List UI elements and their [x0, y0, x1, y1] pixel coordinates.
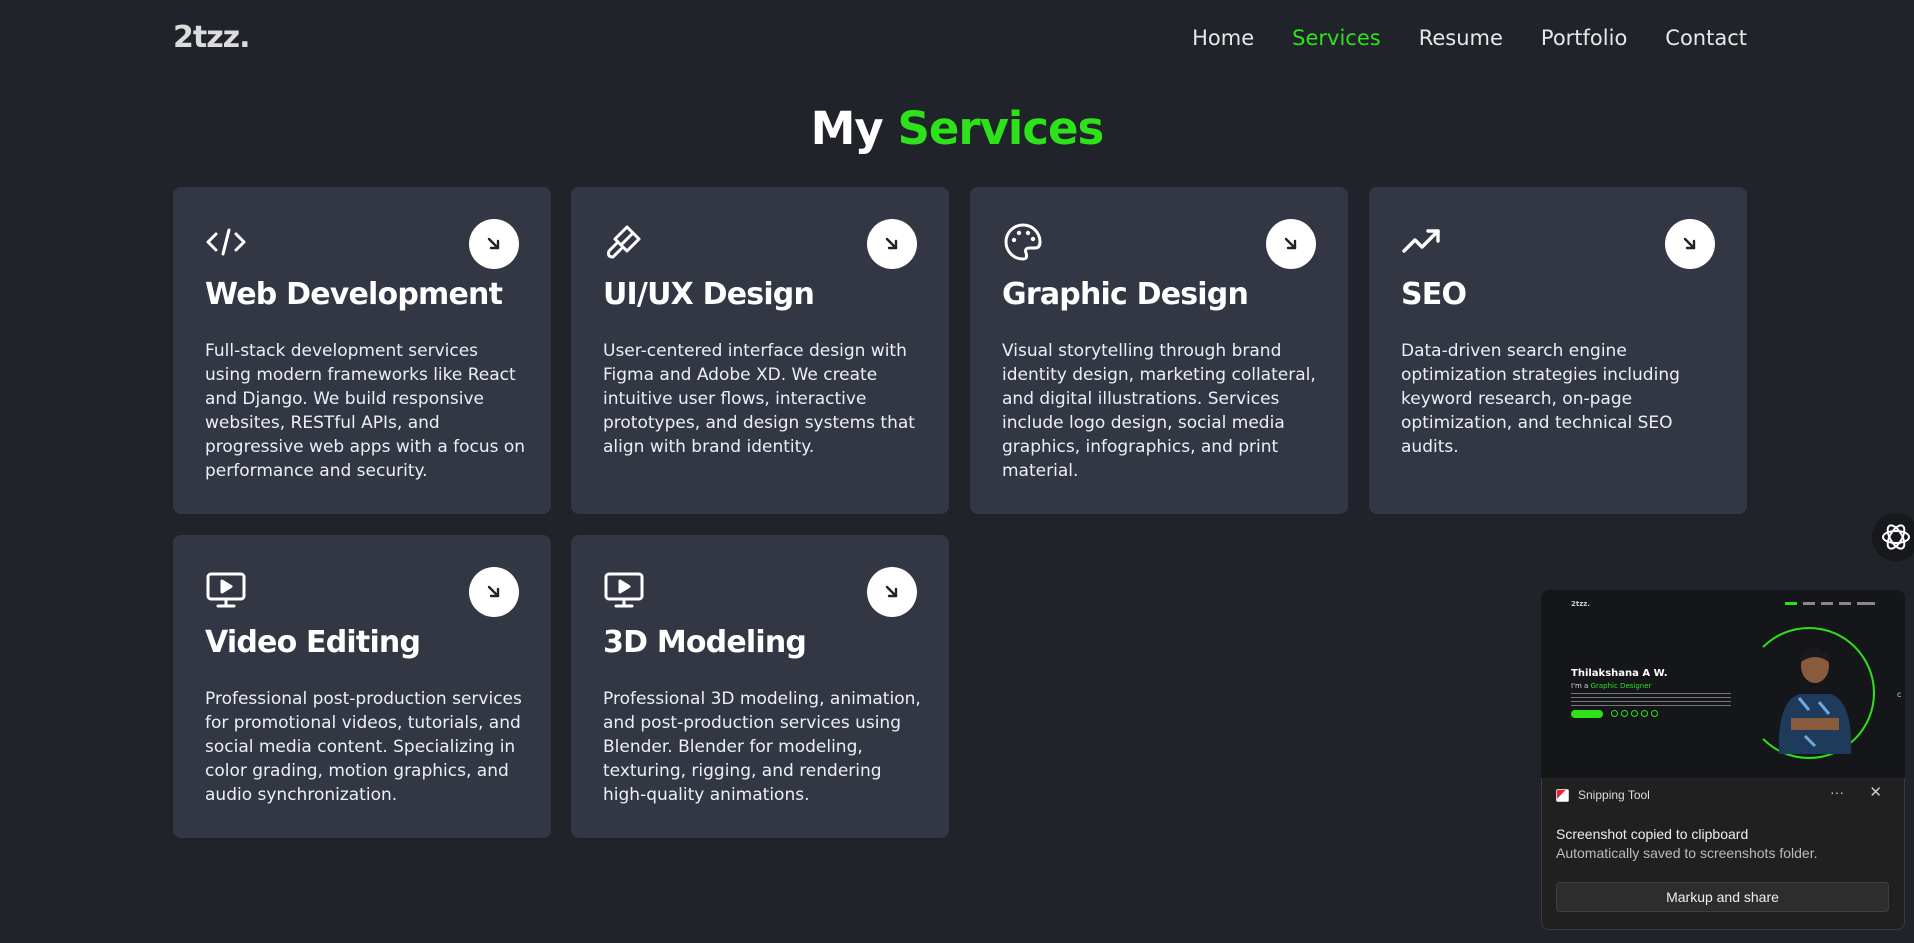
service-title: 3D Modeling — [603, 625, 807, 660]
snipping-tool-notification: Snipping Tool ··· ✕ Screenshot copied to… — [1541, 778, 1905, 930]
nav-portfolio[interactable]: Portfolio — [1541, 26, 1627, 50]
notification-app: Snipping Tool — [1556, 788, 1650, 802]
code-icon — [205, 221, 247, 263]
paint-brush-icon — [603, 221, 645, 263]
section-title-accent: Services — [897, 102, 1104, 155]
arrow-down-right-icon[interactable] — [469, 567, 519, 617]
arrow-down-right-icon[interactable] — [1266, 219, 1316, 269]
service-description: Professional 3D modeling, animation, and… — [603, 689, 921, 805]
monitor-play-icon — [603, 569, 645, 611]
site-logo[interactable]: 2tzz. — [173, 20, 251, 55]
section-title: My Services — [0, 102, 1914, 155]
trending-up-icon — [1401, 221, 1443, 263]
service-description: User-centered interface design with Figm… — [603, 341, 915, 457]
nav-home[interactable]: Home — [1192, 26, 1254, 50]
close-icon[interactable]: ✕ — [1869, 783, 1882, 801]
service-description: Visual storytelling through brand identi… — [1002, 341, 1316, 481]
arrow-down-right-icon[interactable] — [867, 567, 917, 617]
markup-and-share-button[interactable]: Markup and share — [1556, 882, 1889, 912]
service-card-3d-modeling: 3D Modeling Professional 3D modeling, an… — [571, 535, 949, 838]
preview-logo: 2tzz. — [1571, 600, 1591, 608]
preview-portrait — [1778, 649, 1852, 754]
preview-edge-char: c — [1897, 690, 1902, 699]
service-card-video-editing: Video Editing Professional post-producti… — [173, 535, 551, 838]
service-title: Graphic Design — [1002, 277, 1249, 312]
openai-widget-icon[interactable] — [1872, 513, 1914, 561]
arrow-down-right-icon[interactable] — [1665, 219, 1715, 269]
service-card-graphic-design: Graphic Design Visual storytelling throu… — [970, 187, 1348, 514]
preview-subtitle: I'm a Graphic Designer — [1571, 682, 1651, 690]
preview-subtitle-accent: Graphic Designer — [1590, 682, 1652, 690]
preview-subtitle-prefix: I'm a — [1571, 682, 1589, 690]
preview-social-icon — [1631, 710, 1638, 717]
service-title: UI/UX Design — [603, 277, 815, 312]
notification-app-name: Snipping Tool — [1578, 788, 1650, 802]
service-title: SEO — [1401, 277, 1467, 312]
nav-services[interactable]: Services — [1292, 26, 1381, 50]
preview-social-icon — [1641, 710, 1648, 717]
preview-social-icon — [1651, 710, 1658, 717]
arrow-down-right-icon[interactable] — [469, 219, 519, 269]
preview-social-icon — [1611, 710, 1618, 717]
service-card-web-development: Web Development Full-stack development s… — [173, 187, 551, 514]
service-card-ui-ux-design: UI/UX Design User-centered interface des… — [571, 187, 949, 514]
notification-body: Automatically saved to screenshots folde… — [1556, 845, 1818, 861]
preview-social-icon — [1621, 710, 1628, 717]
service-card-seo: SEO Data-driven search engine optimizati… — [1369, 187, 1747, 514]
service-title: Video Editing — [205, 625, 421, 660]
notification-title: Screenshot copied to clipboard — [1556, 826, 1749, 842]
screenshot-preview[interactable]: 2tzz. Thilakshana A W. I'm a Graphic Des… — [1541, 590, 1905, 778]
preview-nav — [1785, 602, 1875, 605]
service-description: Professional post-production services fo… — [205, 689, 522, 805]
snipping-tool-icon — [1556, 788, 1569, 802]
monitor-play-icon — [205, 569, 247, 611]
more-options-icon[interactable]: ··· — [1830, 784, 1844, 800]
main-nav: Home Services Resume Portfolio Contact — [1192, 26, 1747, 50]
preview-text-lines — [1571, 693, 1731, 707]
service-description: Full-stack development services using mo… — [205, 341, 526, 481]
section-title-prefix: My — [810, 102, 884, 155]
preview-name: Thilakshana A W. — [1571, 668, 1668, 679]
palette-icon — [1002, 221, 1044, 263]
nav-resume[interactable]: Resume — [1419, 26, 1503, 50]
service-title: Web Development — [205, 277, 503, 312]
nav-contact[interactable]: Contact — [1665, 26, 1747, 50]
preview-button — [1571, 710, 1603, 718]
arrow-down-right-icon[interactable] — [867, 219, 917, 269]
service-description: Data-driven search engine optimization s… — [1401, 341, 1680, 457]
